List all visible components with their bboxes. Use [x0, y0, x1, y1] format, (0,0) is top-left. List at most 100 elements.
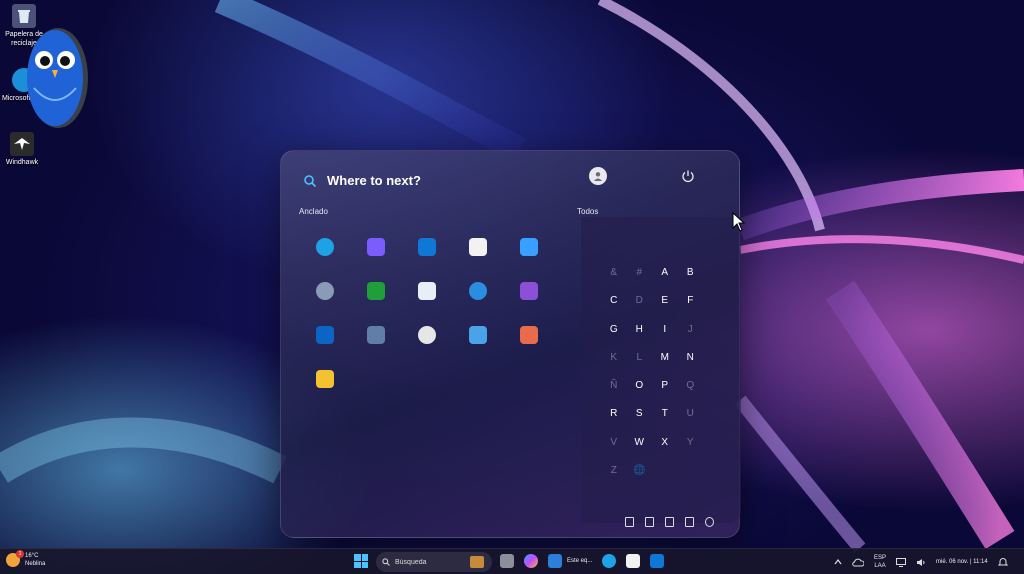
photos-icon — [519, 238, 538, 256]
pinned-app-clipchamp[interactable] — [503, 269, 554, 313]
start-button[interactable] — [354, 554, 368, 568]
start-menu: Anclado Todos & # AB CDEF GHIJ K LMN ÑOPQ RSTU VW… — [280, 150, 741, 538]
alphabet-letter[interactable]: G — [601, 316, 627, 344]
network-icon[interactable] — [665, 517, 674, 527]
taskbar-search[interactable] — [376, 552, 492, 572]
alphabet-letter[interactable]: F — [678, 287, 704, 315]
outlook-icon[interactable] — [650, 554, 664, 568]
alphabet-letter[interactable]: O — [627, 372, 653, 400]
owl-widget-icon — [22, 22, 88, 130]
pinned-app-calculator[interactable] — [350, 313, 401, 357]
start-search[interactable] — [303, 173, 547, 188]
pictures-icon[interactable] — [685, 517, 694, 527]
store-icon[interactable] — [626, 554, 640, 568]
windhawk-icon — [10, 132, 34, 156]
alphabet-letter[interactable]: I — [652, 316, 678, 344]
alphabet-letter[interactable]: B — [678, 259, 704, 287]
copilot-icon[interactable] — [524, 554, 538, 568]
store-icon — [468, 238, 487, 256]
notification-badge: 1 — [16, 550, 24, 558]
pinned-app-xbox[interactable] — [350, 269, 401, 313]
language-indicator[interactable]: ESP LAA — [874, 554, 886, 570]
calculator-icon — [366, 326, 385, 344]
start-search-input[interactable] — [327, 173, 547, 188]
pinned-app-linkedin[interactable] — [299, 313, 350, 357]
file-explorer-icon — [315, 370, 334, 388]
power-icon[interactable] — [681, 169, 695, 183]
alphabet-letter[interactable]: X — [652, 429, 678, 457]
clock-icon — [417, 326, 436, 344]
pinned-app-outlook[interactable] — [401, 225, 452, 269]
desktop-icon-windhawk[interactable]: Windhawk — [0, 132, 44, 167]
internet-explorer-icon — [468, 282, 487, 300]
windows-logo-icon — [354, 554, 361, 561]
this-pc-icon[interactable] — [548, 554, 562, 568]
xbox-icon — [366, 282, 385, 300]
edge-icon[interactable] — [602, 554, 616, 568]
pinned-app-notepad[interactable] — [452, 313, 503, 357]
clock[interactable]: mié. 06 nov. | 11:14 — [936, 558, 988, 566]
alphabet-letter: K — [610, 351, 618, 363]
notification-bell-icon[interactable] — [997, 557, 1008, 567]
globe-icon: 🌐 — [633, 465, 646, 477]
mouse-cursor-icon — [732, 212, 746, 232]
task-view-icon[interactable] — [500, 554, 514, 568]
pinned-app-internet-explorer[interactable] — [452, 269, 503, 313]
alphabet-letter[interactable]: A — [652, 259, 678, 287]
pinned-app-copilot[interactable] — [350, 225, 401, 269]
pinned-app-edge[interactable] — [299, 225, 350, 269]
alphabet-letter: J — [687, 323, 693, 335]
outlook-icon — [417, 238, 436, 256]
language-code: ESP — [874, 555, 887, 561]
user-icon — [594, 172, 602, 181]
clipchamp-icon — [519, 282, 538, 300]
copilot-icon — [366, 238, 385, 256]
alphabet-letter: Z — [610, 465, 617, 477]
weather-description: Neblina — [25, 561, 46, 567]
edge-icon — [315, 238, 334, 256]
linkedin-icon — [315, 326, 334, 344]
pinned-app-paint[interactable] — [503, 313, 554, 357]
all-apps-section-label: Todos — [577, 207, 599, 216]
pinned-app-solitaire[interactable] — [401, 269, 452, 313]
keyboard-layout: LAA — [874, 563, 886, 569]
solitaire-icon — [417, 282, 436, 300]
alphabet-letter: U — [686, 408, 694, 420]
monitor-icon[interactable] — [896, 557, 907, 567]
alphabet-letter[interactable]: S — [627, 400, 653, 428]
pinned-app-store[interactable] — [452, 225, 503, 269]
paint-icon — [519, 326, 538, 344]
alphabet-letter[interactable]: N — [678, 344, 704, 372]
taskbar-window-label[interactable]: Este eq... — [567, 558, 592, 564]
alphabet-letter[interactable]: T — [652, 400, 678, 428]
pinned-app-file-explorer[interactable] — [299, 357, 350, 401]
alphabet-letter[interactable]: W — [627, 429, 653, 457]
weather-icon: 1 — [6, 550, 24, 567]
volume-icon[interactable] — [916, 558, 926, 567]
settings-icon[interactable] — [705, 517, 714, 527]
alphabet-letter[interactable]: H — [627, 316, 653, 344]
pinned-apps-grid — [299, 225, 554, 401]
gallery-icon[interactable] — [645, 517, 654, 527]
weather-widget[interactable]: 1 16°C Neblina — [6, 550, 46, 568]
taskbar-search-input[interactable] — [395, 558, 465, 566]
search-icon — [304, 174, 317, 187]
start-bottom-bar — [625, 517, 714, 527]
user-avatar[interactable] — [589, 167, 607, 185]
pinned-section-label: Anclado — [299, 207, 328, 216]
alphabet-letter[interactable]: R — [601, 400, 627, 428]
documents-icon[interactable] — [625, 517, 634, 527]
alphabet-letter: & — [610, 267, 618, 278]
chevron-up-icon[interactable] — [834, 559, 842, 565]
pinned-app-photos[interactable] — [503, 225, 554, 269]
alphabet-letter: D — [635, 295, 643, 307]
pinned-app-settings[interactable] — [299, 269, 350, 313]
settings-icon — [315, 282, 334, 300]
cloud-icon[interactable] — [852, 557, 864, 567]
alphabet-letter[interactable]: P — [652, 372, 678, 400]
alphabet-letter: Q — [686, 380, 695, 392]
alphabet-letter[interactable]: E — [652, 287, 678, 315]
pinned-app-clock[interactable] — [401, 313, 452, 357]
alphabet-letter[interactable]: M — [652, 344, 678, 372]
alphabet-letter[interactable]: C — [601, 287, 627, 315]
